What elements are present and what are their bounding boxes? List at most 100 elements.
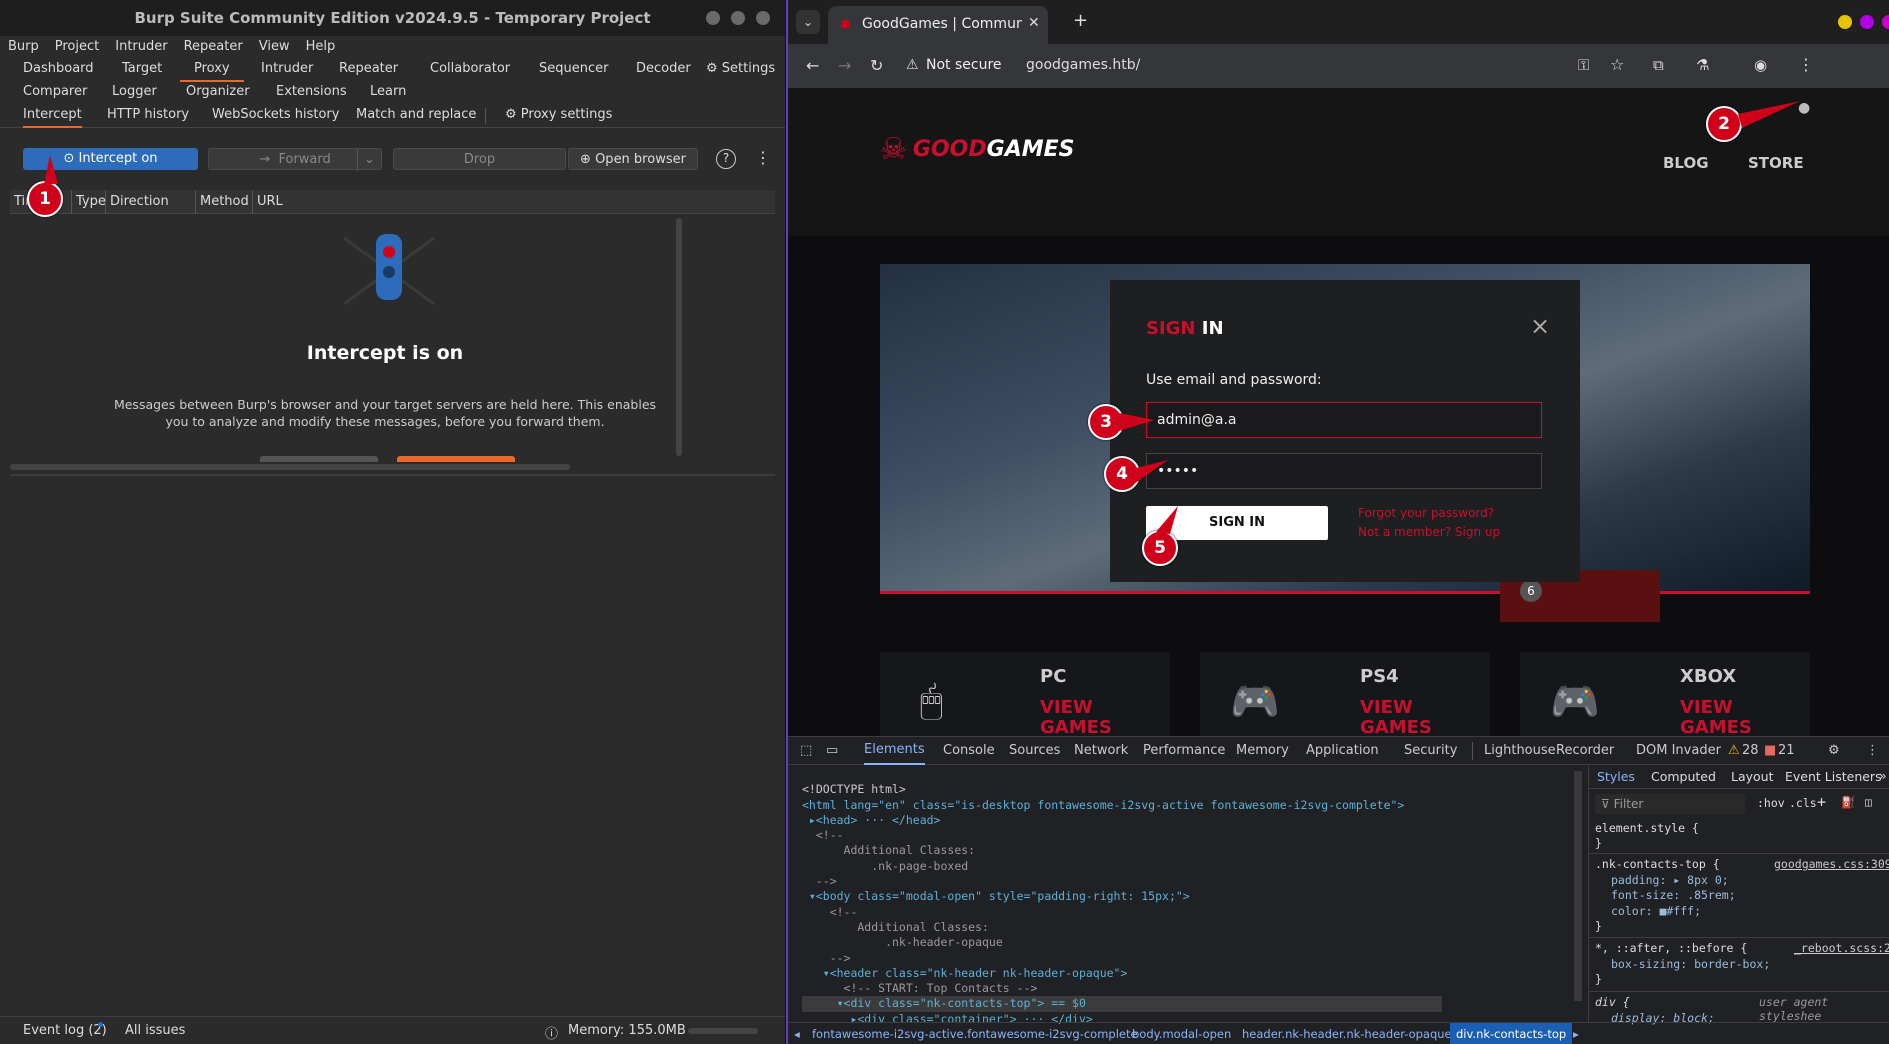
- rule-source-link[interactable]: _reboot.scss:24: [1794, 941, 1889, 955]
- extensions-icon[interactable]: ⧉: [1653, 56, 1664, 74]
- forgot-password-link[interactable]: Forgot your password?: [1358, 506, 1494, 520]
- devtools-tab-dom-invader[interactable]: DOM Invader: [1636, 737, 1721, 765]
- devtools-tab-security[interactable]: Security: [1404, 737, 1457, 765]
- tab-repeater[interactable]: Repeater: [339, 58, 398, 80]
- errors-count[interactable]: 21: [1778, 737, 1795, 765]
- hidden-orange-button[interactable]: [397, 456, 515, 462]
- breadcrumb-item[interactable]: body.modal-open: [1132, 1023, 1231, 1044]
- drop-button[interactable]: Drop: [393, 148, 566, 170]
- dom-line[interactable]: .nk-header-opaque: [802, 935, 1442, 950]
- tab-dashboard[interactable]: Dashboard: [23, 58, 94, 80]
- devtools-tab-memory[interactable]: Memory: [1236, 737, 1289, 765]
- column-method[interactable]: Method: [196, 190, 253, 214]
- category-link[interactable]: VIEW GAMES: [1680, 698, 1770, 737]
- tab-decoder[interactable]: Decoder: [636, 58, 691, 80]
- element-style-rule[interactable]: element.style {}: [1595, 821, 1699, 851]
- rule-prop[interactable]: color: ■#fff;: [1595, 904, 1736, 920]
- category-link[interactable]: VIEW GAMES: [1360, 698, 1450, 737]
- horizontal-scrollbar[interactable]: [10, 464, 570, 470]
- menu-burp[interactable]: Burp: [0, 36, 47, 58]
- tab-extensions[interactable]: Extensions: [276, 81, 347, 103]
- dom-line[interactable]: .nk-page-boxed: [802, 859, 1442, 874]
- minimize-icon[interactable]: [706, 11, 720, 25]
- maximize-icon[interactable]: [731, 11, 745, 25]
- errors-icon[interactable]: ■: [1764, 737, 1776, 765]
- devtools-tab-sources[interactable]: Sources: [1009, 737, 1060, 765]
- tab-learn[interactable]: Learn: [370, 81, 406, 103]
- tab-sequencer[interactable]: Sequencer: [539, 58, 608, 80]
- dom-line[interactable]: <html lang="en" class="is-desktop fontaw…: [802, 798, 1442, 813]
- star-icon[interactable]: ☆: [1610, 55, 1624, 74]
- devtools-tab-lighthouse[interactable]: Lighthouse: [1484, 737, 1556, 765]
- url-text[interactable]: goodgames.htb/: [1026, 57, 1140, 73]
- close-icon[interactable]: [1882, 15, 1889, 29]
- dom-line[interactable]: <!--: [802, 905, 1442, 920]
- add-rule-icon[interactable]: +: [1817, 793, 1826, 811]
- dom-line[interactable]: ▾<header class="nk-header nk-header-opaq…: [802, 966, 1442, 981]
- devtools-tab-elements[interactable]: Elements: [864, 737, 925, 765]
- key-icon[interactable]: ⚿: [1578, 56, 1589, 74]
- new-tab-icon[interactable]: +: [1073, 10, 1088, 31]
- rule-prop[interactable]: box-sizing: border-box;: [1595, 957, 1770, 973]
- inspect-icon[interactable]: ⬚: [800, 737, 812, 765]
- dom-line[interactable]: ▸<head> ··· </head>: [802, 813, 1442, 828]
- vertical-scrollbar[interactable]: [676, 218, 682, 456]
- subtab-websockets-history[interactable]: WebSockets history: [212, 104, 339, 126]
- dom-line[interactable]: <!DOCTYPE html>: [802, 782, 1442, 797]
- devtools-tab-recorder[interactable]: Recorder: [1556, 737, 1614, 765]
- column-type[interactable]: Type: [72, 190, 106, 214]
- dom-line[interactable]: ▾<body class="modal-open" style="padding…: [802, 889, 1442, 904]
- paint-icon[interactable]: ⛽: [1841, 795, 1855, 809]
- menu-project[interactable]: Project: [47, 36, 107, 58]
- password-input[interactable]: •••••: [1146, 453, 1542, 489]
- close-icon[interactable]: [756, 11, 770, 25]
- tab-close-icon[interactable]: ✕: [1028, 15, 1040, 31]
- hov-toggle[interactable]: :hov: [1757, 796, 1785, 810]
- signup-link[interactable]: Not a member? Sign up: [1358, 525, 1500, 539]
- open-browser-button[interactable]: ⊕ Open browser: [568, 148, 698, 170]
- dom-line[interactable]: <!--: [802, 828, 1442, 843]
- css-rule-nk-contacts-top[interactable]: .nk-contacts-top { padding: ▸ 8px 0; fon…: [1595, 857, 1736, 935]
- tab-target[interactable]: Target: [122, 58, 162, 80]
- tab-comparer[interactable]: Comparer: [23, 81, 87, 103]
- menu-icon[interactable]: ⋮: [1798, 55, 1814, 74]
- menu-view[interactable]: View: [251, 36, 298, 58]
- menu-repeater[interactable]: Repeater: [176, 36, 251, 58]
- dom-line[interactable]: Additional Classes:: [802, 843, 1442, 858]
- devtools-tab-network[interactable]: Network: [1074, 737, 1128, 765]
- tab-logger[interactable]: Logger: [112, 81, 157, 103]
- overflow-icon[interactable]: »: [1879, 768, 1887, 783]
- event-log-link[interactable]: Event log (2): [23, 1023, 107, 1038]
- rule-source-link[interactable]: goodgames.css:309: [1774, 857, 1889, 871]
- email-input[interactable]: admin@a.a: [1146, 402, 1542, 438]
- breadcrumb-item-selected[interactable]: div.nk-contacts-top: [1450, 1023, 1573, 1044]
- side-tab-computed[interactable]: Computed: [1651, 769, 1716, 784]
- warnings-icon[interactable]: ⚠: [1728, 737, 1740, 765]
- tab-organizer[interactable]: Organizer: [186, 81, 250, 103]
- tab-search-icon[interactable]: ⌄: [796, 10, 820, 34]
- warning-icon[interactable]: ⚠: [906, 57, 919, 73]
- more-options-icon[interactable]: ⋮: [755, 148, 771, 167]
- warnings-count[interactable]: 28: [1742, 737, 1759, 765]
- all-issues-link[interactable]: All issues: [125, 1023, 185, 1038]
- column-url[interactable]: URL: [253, 190, 553, 214]
- tab-proxy[interactable]: Proxy: [180, 58, 244, 82]
- side-tab-event-listeners[interactable]: Event Listeners: [1785, 769, 1882, 784]
- lab-icon[interactable]: ⚗: [1696, 56, 1709, 74]
- browser-tab[interactable]: ☗ GoodGames | Communit ✕: [828, 6, 1048, 44]
- devtools-tab-console[interactable]: Console: [943, 737, 995, 765]
- category-link[interactable]: VIEW GAMES: [1040, 698, 1130, 737]
- more-icon[interactable]: ⋮: [1866, 737, 1879, 765]
- category-card-xbox[interactable]: 🎮 XBOX VIEW GAMES: [1520, 652, 1810, 736]
- tab-settings[interactable]: ⚙ Settings: [706, 58, 775, 80]
- menu-help[interactable]: Help: [298, 36, 344, 58]
- dom-scrollbar[interactable]: [1574, 771, 1582, 1001]
- forward-button[interactable]: → Forward ⌄: [208, 148, 382, 171]
- breadcrumb-right-icon[interactable]: ▸: [1573, 1023, 1579, 1044]
- reload-icon[interactable]: ↻: [870, 56, 883, 75]
- split-divider[interactable]: [10, 474, 775, 476]
- breadcrumb-left-icon[interactable]: ◂: [794, 1023, 800, 1044]
- side-tab-layout[interactable]: Layout: [1731, 769, 1774, 784]
- styles-filter-input[interactable]: ⊽ Filter: [1595, 794, 1745, 814]
- subtab-proxy-settings[interactable]: ⚙ Proxy settings: [505, 104, 612, 126]
